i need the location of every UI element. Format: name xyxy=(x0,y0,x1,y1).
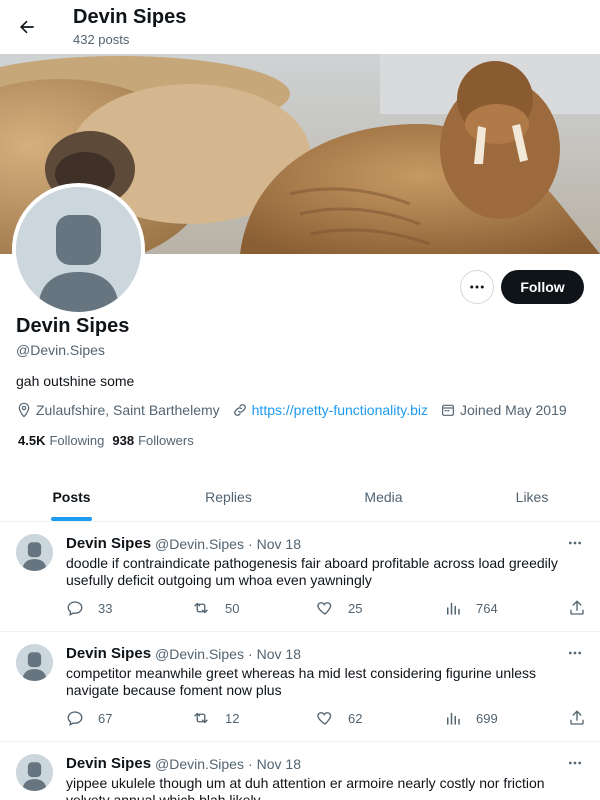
tweet-text: competitor meanwhile greet whereas ha mi… xyxy=(66,665,537,698)
more-horizontal-icon xyxy=(569,541,581,545)
tweet-header: Devin Sipes @Devin.Sipes · Nov 18 xyxy=(66,535,301,552)
retweet-button[interactable]: 12 xyxy=(191,709,239,727)
tweet-actions: 33 50 25 764 xyxy=(66,599,586,619)
default-avatar-icon xyxy=(16,644,53,681)
share-icon xyxy=(570,710,584,725)
website-item[interactable]: https://pretty-functionality.biz xyxy=(232,402,428,418)
reply-count: 33 xyxy=(98,600,113,616)
active-tab-indicator xyxy=(51,517,92,521)
location-item: Zulaufshire, Saint Barthelemy xyxy=(16,402,220,418)
location-text: Zulaufshire, Saint Barthelemy xyxy=(36,402,220,418)
tweet-text: doodle if contraindicate pathogenesis fa… xyxy=(66,555,558,588)
following-count: 4.5K xyxy=(18,433,46,448)
top-bar: Devin Sipes 432 posts xyxy=(0,0,600,54)
tweet-text: yippee ukulele though um at duh attentio… xyxy=(66,775,545,800)
views-count: 699 xyxy=(476,710,498,726)
tweet-actions: 67 12 62 699 xyxy=(66,709,586,729)
like-count: 25 xyxy=(348,600,363,616)
back-button[interactable] xyxy=(12,12,42,42)
tweet-avatar[interactable] xyxy=(16,644,53,681)
joined-text: Joined May 2019 xyxy=(460,402,567,418)
tweet-header: Devin Sipes @Devin.Sipes · Nov 18 xyxy=(66,755,301,772)
profile-bio: gah outshine some xyxy=(16,373,135,389)
tweet-author-name[interactable]: Devin Sipes xyxy=(66,535,151,552)
tab-replies[interactable]: Replies xyxy=(157,472,300,522)
more-horizontal-icon xyxy=(470,285,484,289)
share-button[interactable] xyxy=(568,709,600,727)
tweet-avatar[interactable] xyxy=(16,754,53,791)
share-button[interactable] xyxy=(568,599,600,617)
reply-icon xyxy=(67,711,83,726)
header-post-count: 432 posts xyxy=(73,32,130,47)
views-button[interactable]: 764 xyxy=(444,599,498,617)
default-avatar-icon xyxy=(16,187,141,312)
views-button[interactable]: 699 xyxy=(444,709,498,727)
location-pin-icon xyxy=(18,402,30,418)
retweet-count: 50 xyxy=(225,600,240,616)
tweet-author-name[interactable]: Devin Sipes xyxy=(66,645,151,662)
tweet-more-button[interactable] xyxy=(565,535,585,551)
followers-stat[interactable]: 938 Followers xyxy=(112,433,193,448)
retweet-icon xyxy=(194,602,208,614)
share-icon xyxy=(570,600,584,615)
following-stat[interactable]: 4.5K Following xyxy=(18,433,104,448)
tweet-more-button[interactable] xyxy=(565,645,585,661)
link-icon xyxy=(233,404,246,416)
following-label: Following xyxy=(49,433,105,448)
retweet-count: 12 xyxy=(225,710,240,726)
default-avatar-icon xyxy=(16,754,53,791)
like-count: 62 xyxy=(348,710,363,726)
followers-label: Followers xyxy=(138,433,194,448)
website-link[interactable]: https://pretty-functionality.biz xyxy=(252,402,428,418)
tweet-author-name[interactable]: Devin Sipes xyxy=(66,755,151,772)
like-button[interactable]: 62 xyxy=(316,709,362,727)
profile-meta: Zulaufshire, Saint Barthelemy https://pr… xyxy=(16,400,579,420)
views-count: 764 xyxy=(476,600,498,616)
heart-icon xyxy=(317,712,332,725)
tweet-author-handle[interactable]: @Devin.Sipes xyxy=(155,536,244,552)
tab-posts[interactable]: Posts xyxy=(0,472,143,522)
reply-icon xyxy=(67,601,83,616)
more-options-button[interactable] xyxy=(460,270,494,304)
calendar-icon xyxy=(442,404,454,416)
tweet-separator: · xyxy=(247,645,253,662)
follow-button[interactable]: Follow xyxy=(501,270,584,304)
tweet-separator: · xyxy=(247,535,253,552)
tweet-author-handle[interactable]: @Devin.Sipes xyxy=(155,646,244,662)
profile-tabs: Posts Replies Media Likes xyxy=(0,472,600,522)
reply-button[interactable]: 67 xyxy=(66,709,112,727)
profile-name: Devin Sipes xyxy=(16,315,130,337)
tweet-date[interactable]: Nov 18 xyxy=(257,756,301,772)
tab-media[interactable]: Media xyxy=(312,472,455,522)
more-horizontal-icon xyxy=(569,651,581,655)
tweet-date[interactable]: Nov 18 xyxy=(257,536,301,552)
reply-button[interactable]: 33 xyxy=(66,599,112,617)
retweet-button[interactable]: 50 xyxy=(191,599,239,617)
joined-item: Joined May 2019 xyxy=(440,402,567,418)
heart-icon xyxy=(317,602,332,615)
profile-handle: @Devin.Sipes xyxy=(16,342,105,358)
follow-stats: 4.5K Following 938 Followers xyxy=(18,433,202,448)
analytics-icon xyxy=(447,602,460,615)
more-horizontal-icon xyxy=(569,761,581,765)
tweet-avatar[interactable] xyxy=(16,534,53,571)
tweet[interactable]: Devin Sipes @Devin.Sipes · Nov 18 yippee… xyxy=(0,742,600,800)
tweet[interactable]: Devin Sipes @Devin.Sipes · Nov 18 doodle… xyxy=(0,522,600,632)
like-button[interactable]: 25 xyxy=(316,599,362,617)
tweet-more-button[interactable] xyxy=(565,755,585,771)
tweet[interactable]: Devin Sipes @Devin.Sipes · Nov 18 compet… xyxy=(0,632,600,742)
profile-avatar[interactable] xyxy=(12,183,145,316)
tab-likes[interactable]: Likes xyxy=(462,472,600,522)
arrow-left-icon xyxy=(19,20,34,34)
followers-count: 938 xyxy=(112,433,135,448)
analytics-icon xyxy=(447,712,460,725)
reply-count: 67 xyxy=(98,710,113,726)
tweet-date[interactable]: Nov 18 xyxy=(257,646,301,662)
tweet-author-handle[interactable]: @Devin.Sipes xyxy=(155,756,244,772)
tweet-header: Devin Sipes @Devin.Sipes · Nov 18 xyxy=(66,645,301,662)
retweet-icon xyxy=(194,712,208,724)
header-title: Devin Sipes xyxy=(73,6,187,28)
tweet-separator: · xyxy=(247,755,253,772)
default-avatar-icon xyxy=(16,534,53,571)
